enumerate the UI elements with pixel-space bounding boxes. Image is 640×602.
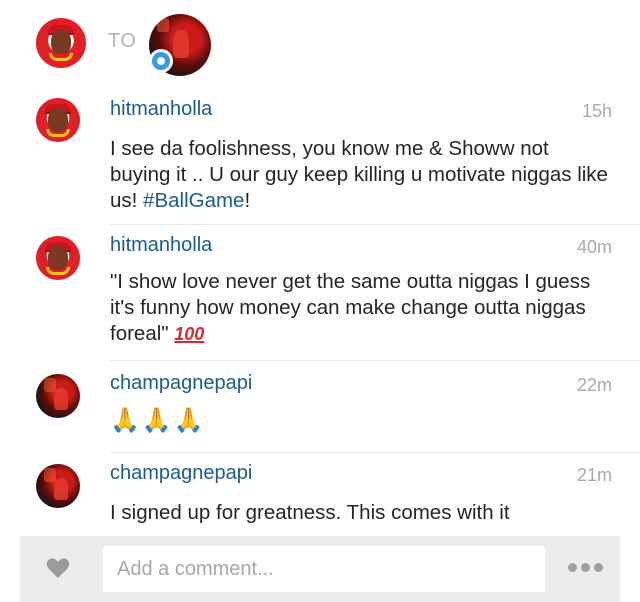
comment-timestamp: 22m (576, 375, 612, 395)
comment-username[interactable]: hitmanholla (110, 234, 212, 257)
heart-icon[interactable] (46, 557, 70, 579)
divider (110, 360, 640, 361)
comment-avatar[interactable] (36, 464, 80, 508)
to-label: TO (108, 30, 137, 52)
recipients-header: TO (0, 0, 640, 88)
comment-avatar[interactable] (36, 374, 80, 418)
sender-avatar[interactable] (36, 18, 86, 68)
recipient-badge-icon (149, 49, 173, 73)
comment-item: hitmanholla 15h I see da foolishness, yo… (0, 98, 640, 226)
hashtag-link[interactable]: #BallGame (143, 189, 244, 212)
comment-avatar[interactable] (36, 236, 80, 280)
divider (110, 452, 640, 453)
comment-item: champagnepapi 22m 🙏🙏🙏 (0, 372, 640, 454)
ellipsis-icon[interactable] (568, 563, 604, 573)
comment-timestamp: 15h (581, 101, 612, 121)
comment-input[interactable] (103, 546, 545, 592)
comment-username[interactable]: champagnepapi (110, 372, 252, 395)
comment-bar (20, 536, 620, 602)
comment-item: hitmanholla 40m "I show love never get t… (0, 234, 640, 362)
comment-text: "I show love never get the same outta ni… (110, 270, 591, 345)
comment-text: I signed up for greatness. This comes wi… (110, 501, 510, 524)
comment-text: I see da foolishness, you know me & Show… (110, 137, 608, 212)
divider (110, 224, 640, 225)
comment-item: champagnepapi 21m I signed up for greatn… (0, 462, 640, 534)
praying-hands-icon: 🙏🙏🙏 (110, 407, 206, 434)
comment-avatar[interactable] (36, 98, 80, 142)
comment-username[interactable]: hitmanholla (110, 98, 212, 121)
comment-timestamp: 40m (576, 237, 612, 257)
comment-timestamp: 21m (576, 465, 612, 485)
hundred-points-icon: 100 (174, 324, 205, 344)
comment-username[interactable]: champagnepapi (110, 462, 252, 485)
